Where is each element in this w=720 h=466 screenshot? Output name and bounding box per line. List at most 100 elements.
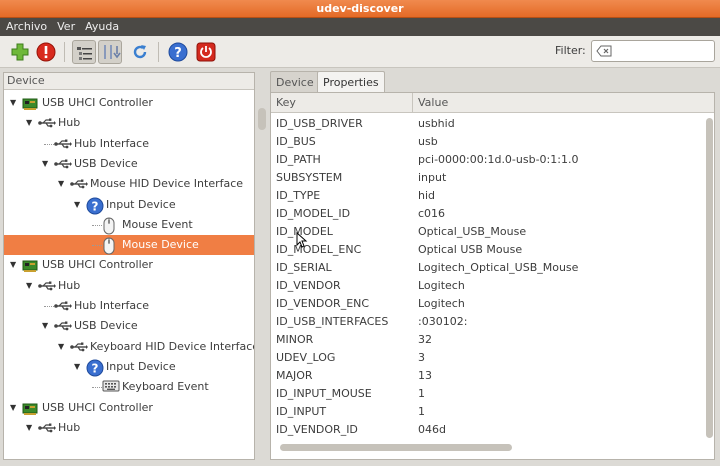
property-row[interactable]: MAJOR 13 (271, 367, 714, 385)
tree-row[interactable]: Mouse Device (4, 235, 254, 256)
tree-row[interactable]: ▼ USB UHCI Controller (4, 255, 254, 275)
alert-button[interactable] (34, 40, 58, 64)
tree-row-label: Input Device (106, 359, 176, 373)
add-button[interactable] (8, 40, 32, 64)
property-row[interactable]: ID_TYPE hid (271, 187, 714, 205)
help-button[interactable]: ? (166, 40, 190, 64)
usb-icon (38, 420, 56, 443)
tree-row[interactable]: ▼ Mouse HID Device Interface (4, 174, 254, 194)
tree-row[interactable]: ▼ USB UHCI Controller (4, 93, 254, 113)
tree-row-label: Mouse Device (122, 238, 199, 252)
clear-icon[interactable] (596, 45, 612, 60)
property-key: ID_VENDOR (276, 279, 341, 292)
tree-row[interactable]: Hub Interface (4, 296, 254, 316)
property-row[interactable]: ID_USB_INTERFACES:030102: (271, 313, 714, 331)
tree-row[interactable]: ▼ Hub (4, 418, 254, 438)
toolbar-separator (158, 42, 159, 62)
tree-row-label: Hub (58, 278, 81, 292)
tree-row-label: Input Device (106, 197, 176, 211)
property-value: hid (418, 189, 436, 202)
svg-text:?: ? (92, 361, 99, 375)
expander-arrow-icon[interactable]: ▼ (26, 276, 32, 296)
property-row[interactable]: ID_INPUT_MOUSE 1 (271, 385, 714, 403)
tab-properties[interactable]: Properties (317, 71, 385, 94)
property-row[interactable]: ID_BUS usb (271, 133, 714, 151)
property-value: 1 (418, 387, 425, 400)
tree-row[interactable]: ▼ Hub (4, 276, 254, 296)
property-row[interactable]: SUBSYSTEM input (271, 169, 714, 187)
tree-row[interactable]: Mouse Event (4, 215, 254, 235)
mouse-pointer-icon (296, 232, 308, 248)
tree-row[interactable]: ▼ USB UHCI Controller (4, 398, 254, 418)
expander-arrow-icon[interactable]: ▼ (74, 195, 80, 215)
property-row[interactable]: ID_VENDOR Logitech (271, 277, 714, 295)
property-value: 3 (418, 351, 425, 364)
tree-row-label: Keyboard Event (122, 380, 209, 394)
properties-table: Key Value ID_USB_DRIVER usbhid ID_BUS usb ID… (270, 92, 715, 460)
property-key: ID_PATH (276, 153, 321, 166)
menu-ver[interactable]: Ver (51, 18, 79, 35)
properties-vertical-scrollbar[interactable] (706, 114, 714, 442)
filter-label: Filter: (555, 44, 586, 57)
property-key: UDEV_LOG (276, 351, 336, 364)
tree-row[interactable]: ▼ Hub (4, 113, 254, 133)
tree-row-label: Hub Interface (74, 299, 149, 312)
tree-row[interactable]: ▼? Input Device (4, 357, 254, 377)
expander-arrow-icon[interactable]: ▼ (26, 418, 32, 438)
tree-row[interactable]: ▼ USB Device (4, 316, 254, 336)
expander-arrow-icon[interactable]: ▼ (42, 154, 48, 174)
quit-button[interactable] (194, 40, 218, 64)
tree-row-label: USB UHCI Controller (42, 258, 153, 272)
tree-row[interactable]: Keyboard Event (4, 377, 254, 397)
property-row[interactable]: ID_VENDOR_ENC Logitech (271, 295, 714, 313)
expander-arrow-icon[interactable]: ▼ (26, 113, 32, 133)
refresh-button[interactable] (128, 40, 152, 64)
tab-device[interactable]: Device (270, 71, 320, 93)
properties-horizontal-scrollbar[interactable] (272, 444, 712, 452)
device-tree-scrollbar[interactable] (257, 72, 267, 460)
expander-arrow-icon[interactable]: ▼ (42, 316, 48, 336)
hotplug-button[interactable] (98, 40, 122, 64)
property-row[interactable]: ID_USB_DRIVER usbhid (271, 115, 714, 133)
property-row[interactable]: ID_SERIAL Logitech_Optical_USB_Mouse (271, 259, 714, 277)
expander-arrow-icon[interactable]: ▼ (58, 337, 64, 357)
tree-row[interactable]: ▼ Keyboard HID Device Interface (4, 337, 254, 357)
property-row[interactable]: ID_PATH pci-0000:00:1d.0-usb-0:1:1.0 (271, 151, 714, 169)
property-row[interactable]: ID_MODEL_ID c016 (271, 205, 714, 223)
tree-row-label: Hub Interface (74, 136, 149, 150)
property-value: c016 (418, 207, 446, 220)
properties-view-button[interactable] (72, 40, 96, 64)
tree-connector (92, 245, 102, 247)
filter-input[interactable] (591, 40, 715, 62)
property-key: ID_BUS (276, 135, 316, 148)
menu-ayuda[interactable]: Ayuda (79, 18, 123, 35)
device-tree-header[interactable]: Device (4, 73, 254, 90)
property-row[interactable]: ID_INPUT 1 (271, 403, 714, 421)
expander-arrow-icon[interactable]: ▼ (10, 255, 16, 275)
property-row[interactable]: MINOR 32 (271, 331, 714, 349)
tree-row-label: Mouse Event (122, 217, 193, 231)
expander-arrow-icon[interactable]: ▼ (10, 93, 16, 113)
tree-row[interactable]: Hub Interface (4, 134, 254, 154)
tree-row[interactable]: ▼ USB Device (4, 154, 254, 174)
property-key: MINOR (276, 333, 314, 346)
property-row[interactable]: ID_VENDOR_ID 046d (271, 421, 714, 439)
menu-archivo[interactable]: Archivo (0, 18, 51, 35)
expander-arrow-icon[interactable]: ▼ (74, 357, 80, 377)
property-key: ID_MODEL_ID (276, 207, 351, 220)
property-value: Logitech_Optical_USB_Mouse (418, 261, 579, 274)
property-value: 13 (418, 369, 432, 382)
property-row[interactable]: ID_MODEL_ENC Optical USB Mouse (271, 241, 714, 259)
property-value: 046d (418, 423, 446, 436)
device-tree-panel: Device ▼ USB UHCI Controller ▼ Hub Hub Inter… (3, 72, 255, 460)
property-row[interactable]: UDEV_LOG 3 (271, 349, 714, 367)
tree-row[interactable]: ▼? Input Device (4, 195, 254, 215)
property-row[interactable]: ID_MODEL Optical_USB_Mouse (271, 223, 714, 241)
column-header-value[interactable]: Value (413, 93, 714, 113)
expander-arrow-icon[interactable]: ▼ (58, 174, 64, 194)
expander-arrow-icon[interactable]: ▼ (10, 398, 16, 418)
help-icon: ? (168, 42, 188, 62)
add-icon (11, 43, 29, 61)
property-value: Optical USB Mouse (418, 243, 523, 256)
column-header-key[interactable]: Key (271, 93, 413, 113)
